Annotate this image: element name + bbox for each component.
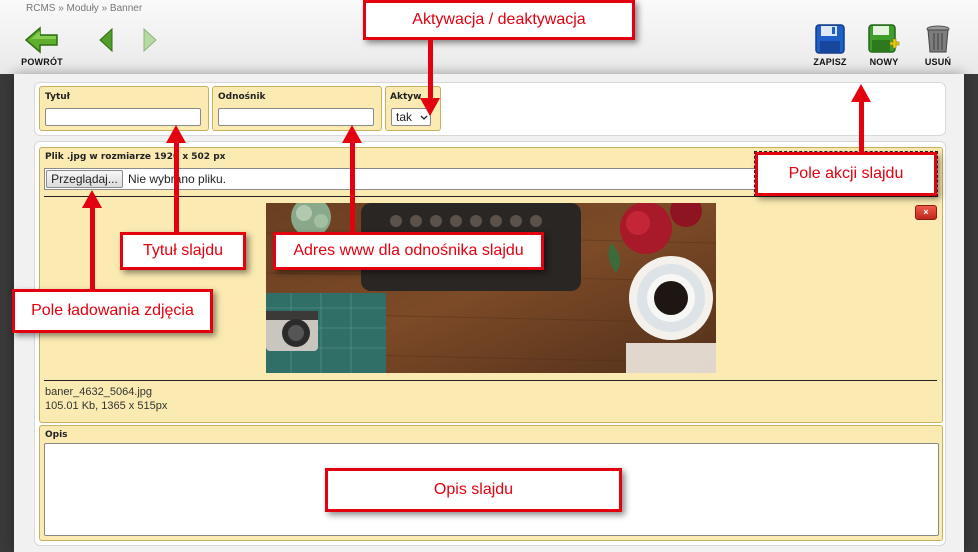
browse-button[interactable]: Przeglądaj... bbox=[46, 170, 123, 188]
annotation-arrowhead bbox=[420, 98, 440, 116]
back-button-label: POWRÓT bbox=[21, 57, 63, 67]
annotation-activation: Aktywacja / deaktywacja bbox=[363, 0, 635, 40]
description-label: Opis bbox=[45, 430, 68, 440]
annotation-description: Opis slajdu bbox=[325, 468, 622, 512]
link-input[interactable] bbox=[218, 108, 374, 126]
trash-can-icon bbox=[926, 25, 950, 53]
save-button-label: ZAPISZ bbox=[813, 57, 847, 67]
breadcrumb: RCMS » Moduły » Banner bbox=[26, 3, 143, 14]
annotation-arrowhead bbox=[166, 125, 186, 143]
new-button[interactable]: NOWY bbox=[864, 24, 904, 67]
annotation-slide-url: Adres www dla odnośnika slajdu bbox=[273, 232, 544, 270]
floppy-disk-icon bbox=[815, 24, 845, 54]
annotation-arrow bbox=[350, 142, 355, 232]
floppy-disk-plus-icon bbox=[868, 24, 900, 53]
new-button-label: NOWY bbox=[869, 57, 899, 67]
title-input[interactable] bbox=[45, 108, 201, 126]
annotation-arrow bbox=[428, 40, 433, 100]
delete-image-button[interactable]: × bbox=[915, 205, 937, 220]
annotation-arrowhead bbox=[342, 125, 362, 143]
next-button[interactable] bbox=[140, 27, 160, 53]
save-button[interactable]: ZAPISZ bbox=[810, 24, 850, 67]
annotation-arrowhead bbox=[82, 190, 102, 208]
active-select-value: tak bbox=[396, 110, 413, 124]
file-label: Plik .jpg w rozmiarze 1920 x 502 px bbox=[45, 152, 226, 162]
triangle-right-icon bbox=[143, 27, 157, 53]
back-button[interactable]: POWRÓT bbox=[20, 26, 64, 67]
file-name: baner_4632_5064.jpg bbox=[45, 386, 153, 398]
title-label: Tytuł bbox=[45, 92, 70, 102]
back-arrow-icon bbox=[24, 26, 58, 54]
file-upload-field[interactable]: Przeglądaj... Nie wybrano pliku. bbox=[44, 168, 764, 190]
triangle-left-icon bbox=[99, 27, 113, 53]
annotation-arrow bbox=[859, 100, 864, 152]
active-label: Aktyw bbox=[390, 92, 422, 102]
previous-button[interactable] bbox=[96, 27, 116, 53]
delete-button[interactable]: USUŃ bbox=[920, 24, 956, 67]
annotation-arrow bbox=[90, 207, 95, 289]
divider bbox=[44, 380, 937, 381]
link-label: Odnośnik bbox=[218, 92, 266, 102]
annotation-arrow bbox=[174, 142, 179, 232]
annotation-upload: Pole ładowania zdjęcia bbox=[12, 289, 213, 333]
annotation-slide-title: Tytuł slajdu bbox=[120, 232, 246, 270]
slide-image bbox=[266, 203, 716, 373]
delete-button-label: USUŃ bbox=[924, 57, 952, 67]
annotation-slide-action: Pole akcji slajdu bbox=[755, 152, 937, 196]
file-meta: 105.01 Kb, 1365 x 515px bbox=[45, 400, 168, 412]
